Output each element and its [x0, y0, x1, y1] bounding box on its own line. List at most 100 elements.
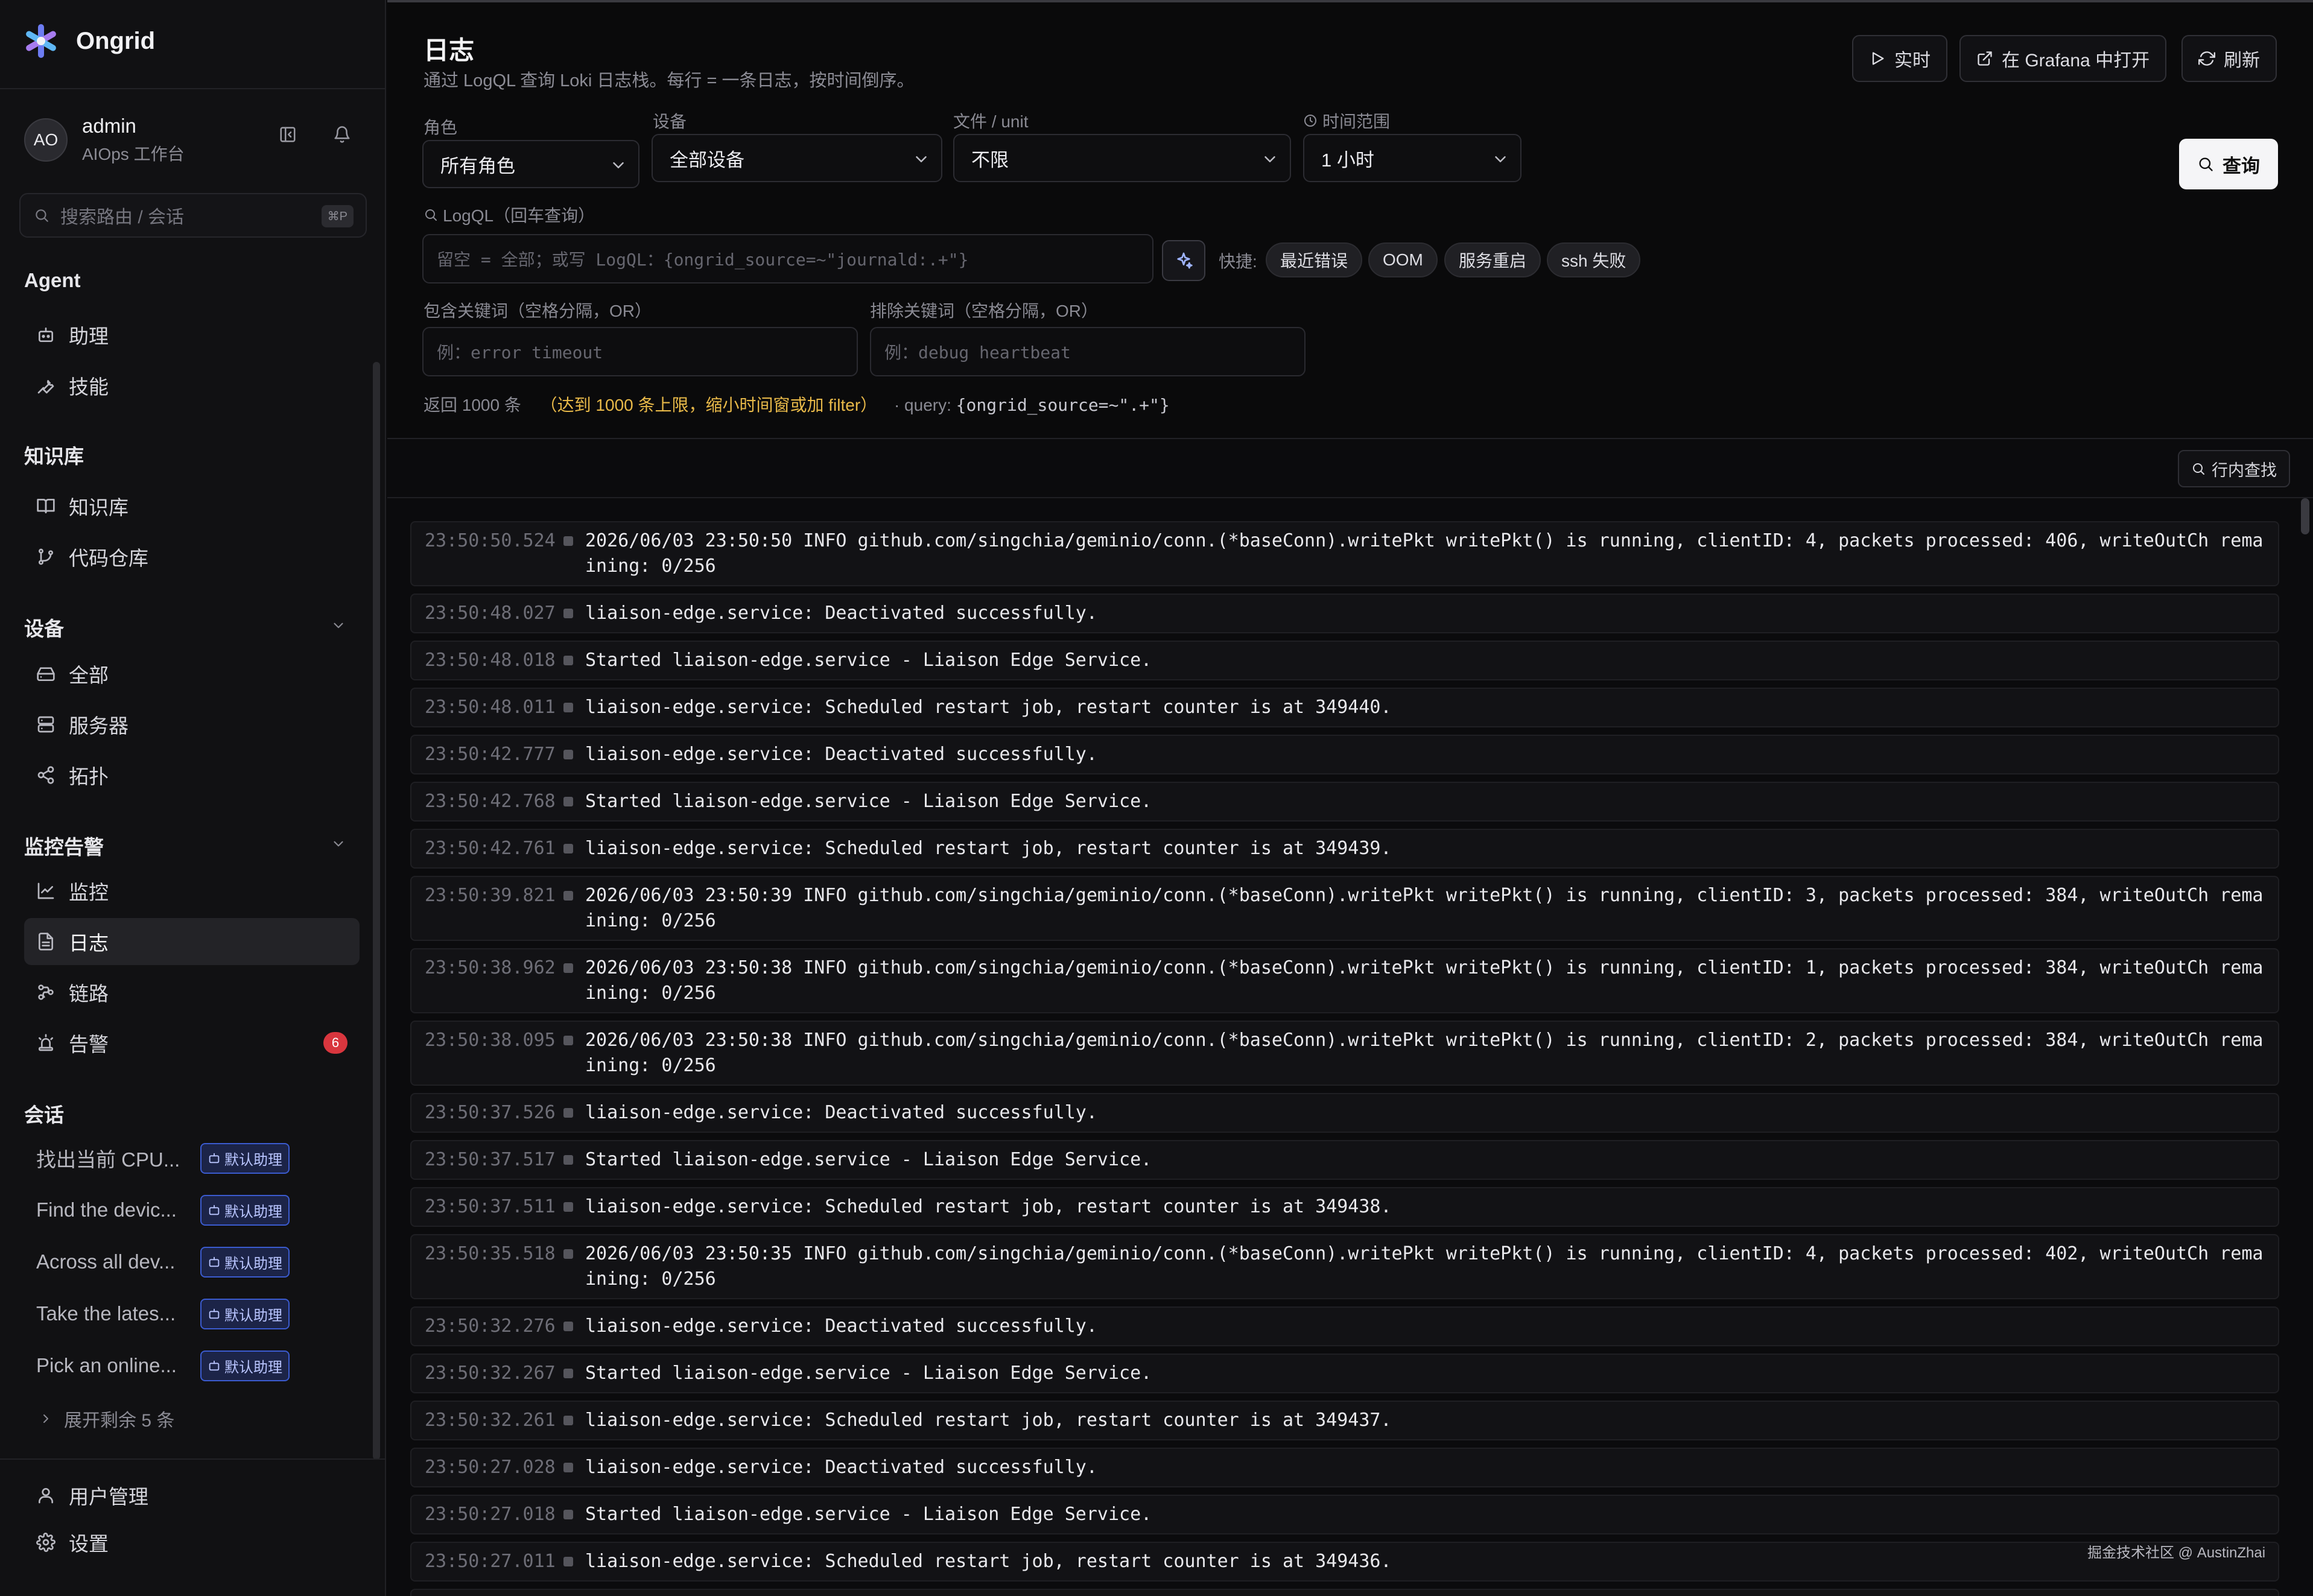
logql-input[interactable]: 留空 = 全部；或写 LogQL：{ongrid_source=~"journa… — [422, 234, 1153, 283]
sidebar-item-alerts[interactable]: 告警 6 — [24, 1019, 360, 1066]
user-role: AIOps 工作台 — [82, 145, 185, 163]
chevron-down-icon[interactable] — [331, 618, 346, 633]
include-keywords-input[interactable]: 例：error timeout — [422, 327, 858, 376]
search-icon — [2193, 463, 2204, 475]
conversation-title: Find the devic... — [36, 1199, 177, 1221]
log-timestamp: 23:50:48.011 — [425, 697, 556, 718]
sidebar-item-topology[interactable]: 拓扑 — [24, 752, 360, 799]
time-range-label-text: 时间范围 — [1322, 112, 1391, 131]
log-message: liaison-edge.service: Scheduled restart … — [585, 697, 1392, 718]
conversation-item[interactable]: 找出当前 CPU... 默认助理 — [36, 1141, 290, 1175]
clock-icon — [1304, 115, 1316, 127]
logql-placeholder: 留空 = 全部；或写 LogQL：{ongrid_source=~"journa… — [437, 250, 969, 270]
bell-icon[interactable] — [333, 125, 351, 144]
log-timestamp: 23:50:42.768 — [425, 791, 556, 812]
sidebar-item-settings[interactable]: 设置 — [24, 1519, 360, 1566]
result-count: 返回 1000 条 — [424, 396, 521, 414]
sidebar-scrollbar[interactable] — [373, 362, 380, 1460]
log-row[interactable]: 23:50:38.095 2026/06/03 23:50:38 INFO git… — [410, 1021, 2279, 1086]
log-row[interactable]: 23:50:48.011 liaison-edge.service: Schedu… — [410, 688, 2279, 727]
log-row[interactable]: 23:50:37.517 Started liaison-edge.service… — [410, 1140, 2279, 1180]
sidebar-item-assistant[interactable]: 助理 — [24, 311, 360, 358]
user-card[interactable]: AO admin AIOps 工作台 — [24, 115, 185, 165]
assistant-tag-label: 默认助理 — [224, 1307, 282, 1324]
query-button[interactable]: 查询 — [2179, 139, 2278, 189]
log-row[interactable]: 23:50:27.011 liaison-edge.service: Schedu… — [410, 1542, 2279, 1582]
chevron-down-icon[interactable] — [331, 836, 346, 852]
log-row[interactable]: 23:50:24.8112026/06/03 23:50:24 INFO git… — [410, 1589, 2279, 1596]
page-subtitle: 通过 LogQL 查询 Loki 日志栈。每行 = 一条日志，按时间倒序。 — [424, 71, 915, 90]
log-row[interactable]: 23:50:48.018 Started liaison-edge.service… — [410, 641, 2279, 680]
live-button-label: 实时 — [1894, 51, 1931, 71]
live-button[interactable]: 实时 — [1852, 35, 1947, 82]
log-message: liaison-edge.service: Deactivated succes… — [585, 744, 1097, 765]
sidebar: Ongrid AO admin AIOps 工作台 搜索路由 / 会话 ⌘P A… — [0, 0, 386, 1596]
section-monitor[interactable]: 监控告警 — [24, 831, 104, 860]
log-row[interactable]: 23:50:42.768 Started liaison-edge.service… — [410, 782, 2279, 822]
sidebar-item-all[interactable]: 全部 — [24, 650, 360, 697]
log-level-dot — [563, 963, 573, 973]
section-devices[interactable]: 设备 — [24, 613, 64, 642]
logql-label: LogQL（回车查询） — [424, 203, 595, 227]
open-in-grafana-button[interactable]: 在 Grafana 中打开 — [1959, 35, 2167, 82]
exclude-keywords-input[interactable]: 例：debug heartbeat — [870, 327, 1306, 376]
conversation-item[interactable]: Across all dev... 默认助理 — [36, 1245, 290, 1279]
role-label: 角色 — [424, 118, 458, 137]
log-level-dot — [563, 703, 573, 712]
quick-chip-ssh-fail[interactable]: ssh 失败 — [1547, 242, 1641, 277]
sidebar-item-traces[interactable]: 链路 — [24, 969, 360, 1016]
sidebar-item-users[interactable]: 用户管理 — [24, 1472, 360, 1519]
share-icon — [37, 766, 54, 784]
time-range-select[interactable]: 1 小时 — [1303, 134, 1521, 182]
log-row[interactable]: 23:50:32.261 liaison-edge.service: Schedu… — [410, 1401, 2279, 1440]
log-row[interactable]: 23:50:42.777 liaison-edge.service: Deacti… — [410, 735, 2279, 774]
log-row[interactable]: 23:50:48.027 liaison-edge.service: Deacti… — [410, 594, 2279, 633]
log-row[interactable]: 23:50:27.018 Started liaison-edge.service… — [410, 1495, 2279, 1534]
conversation-item[interactable]: Take the lates... 默认助理 — [36, 1297, 290, 1331]
quick-chip-service-restart[interactable]: 服务重启 — [1444, 242, 1541, 277]
route-search-input[interactable]: 搜索路由 / 会话 ⌘P — [19, 193, 367, 238]
sidebar-item-skills[interactable]: 技能 — [24, 362, 360, 409]
log-row[interactable]: 23:50:35.518 2026/06/03 23:50:35 INFO git… — [410, 1234, 2279, 1299]
log-row[interactable]: 23:50:37.511 liaison-edge.service: Schedu… — [410, 1187, 2279, 1227]
log-timestamp: 23:50:32.261 — [425, 1410, 556, 1431]
conversation-item[interactable]: Find the devic... 默认助理 — [36, 1193, 290, 1227]
find-in-lines-button[interactable]: 行内查找 — [2178, 450, 2290, 487]
log-row[interactable]: 23:50:32.267 Started liaison-edge.service… — [410, 1354, 2279, 1393]
sidebar-item-servers[interactable]: 服务器 — [24, 701, 360, 748]
sidebar-item-logs[interactable]: 日志 — [24, 918, 360, 965]
log-level-dot — [563, 844, 573, 853]
sidebar-item-label: 日志 — [69, 932, 109, 954]
page-title: 日志 — [424, 36, 475, 65]
log-row[interactable]: 23:50:39.821 2026/06/03 23:50:39 INFO git… — [410, 876, 2279, 941]
sidebar-item-repo[interactable]: 代码仓库 — [24, 533, 360, 580]
log-scrollbar[interactable] — [2301, 498, 2309, 534]
log-row[interactable]: 23:50:38.962 2026/06/03 23:50:38 INFO git… — [410, 948, 2279, 1013]
log-row[interactable]: 23:50:42.761 liaison-edge.service: Schedu… — [410, 829, 2279, 869]
bot-icon — [209, 1153, 220, 1164]
collapse-sidebar-icon[interactable] — [279, 125, 297, 144]
log-row[interactable]: 23:50:32.276 liaison-edge.service: Deacti… — [410, 1306, 2279, 1346]
brand[interactable]: Ongrid — [22, 22, 155, 60]
role-select[interactable]: 所有角色 — [422, 140, 639, 188]
watermark: 掘金技术社区 @ AustinZhai — [2087, 1545, 2266, 1561]
device-select[interactable]: 全部设备 — [652, 134, 942, 182]
sidebar-item-monitoring[interactable]: 监控 — [24, 867, 360, 914]
sidebar-item-label: 知识库 — [69, 496, 128, 519]
assistant-tag: 默认助理 — [200, 1246, 290, 1278]
log-row[interactable]: 23:50:37.526 liaison-edge.service: Deacti… — [410, 1093, 2279, 1133]
log-timestamp: 23:50:38.962 — [425, 957, 556, 978]
refresh-button[interactable]: 刷新 — [2181, 35, 2277, 82]
log-message: liaison-edge.service: Deactivated succes… — [585, 1316, 1097, 1337]
book-open-icon — [37, 499, 55, 513]
sidebar-item-kb[interactable]: 知识库 — [24, 483, 360, 530]
unit-select[interactable]: 不限 — [953, 134, 1291, 182]
log-row[interactable]: 23:50:27.028 liaison-edge.service: Deacti… — [410, 1448, 2279, 1487]
log-row[interactable]: 23:50:50.524 2026/06/03 23:50:50 INFO git… — [410, 521, 2279, 586]
conversation-item[interactable]: Pick an online... 默认助理 — [36, 1349, 290, 1382]
expand-more-button[interactable]: 展开剩余 5 条 — [39, 1405, 174, 1432]
quick-chip-oom[interactable]: OOM — [1368, 242, 1438, 277]
ai-generate-button[interactable] — [1162, 240, 1205, 281]
quick-chip-recent-errors[interactable]: 最近错误 — [1266, 242, 1363, 277]
siren-icon — [38, 1034, 53, 1051]
